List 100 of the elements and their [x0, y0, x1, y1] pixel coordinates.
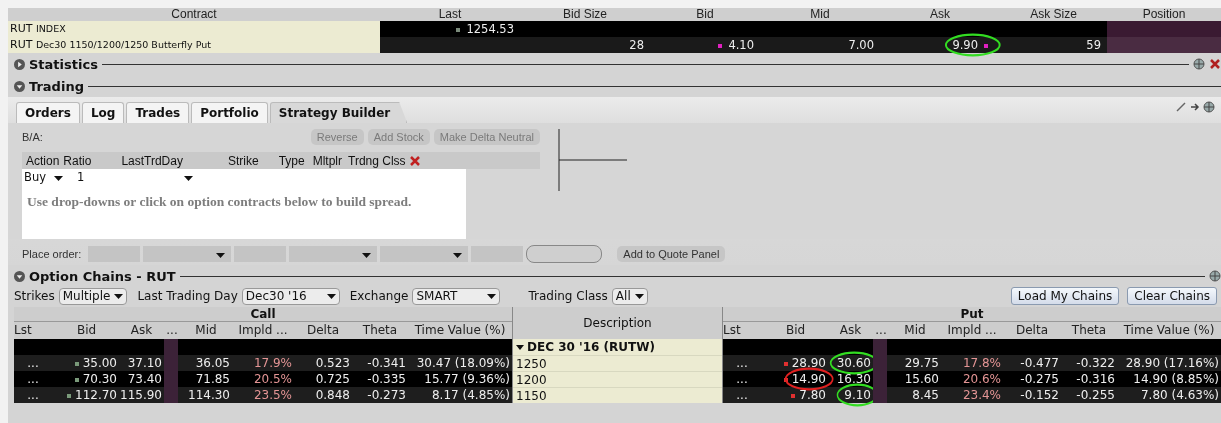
column-header: Mid: [810, 7, 830, 21]
table-value: 8.45: [912, 388, 939, 402]
table-row[interactable]: ... 112.70 115.90 114.30 23.5% 0.848 -0.273 8.17 (4.85%): [14, 387, 512, 403]
column-header: Mid: [904, 323, 926, 337]
section-title: Option Chains - RUT: [29, 268, 176, 284]
table-value: 14.90 (8.85%): [1133, 372, 1219, 386]
tab[interactable]: Strategy Builder: [269, 102, 408, 123]
table-value: 30.47 (18.09%): [416, 356, 510, 370]
quote-value: 59: [1086, 38, 1101, 52]
column-header: Time Value (%): [1123, 323, 1215, 337]
order-field[interactable]: [526, 245, 603, 263]
expiry-group-label[interactable]: DEC 30 '16 (RUTW): [527, 339, 655, 355]
column-header: Bid Size: [563, 7, 607, 21]
column-header: Lst: [14, 323, 32, 337]
column-header: Delta: [307, 323, 339, 337]
column-header: Time Value (%): [414, 323, 506, 337]
contract-cell: RUT Dec30 1150/1200/1250 Butterfly Put: [8, 37, 380, 53]
table-value: -0.477: [1020, 356, 1059, 370]
table-value: 71.85: [195, 372, 230, 386]
tab[interactable]: Portfolio: [191, 102, 268, 123]
filter-dropdown[interactable]: Multiple: [58, 287, 128, 305]
table-value: 16.30: [836, 372, 871, 386]
delete-icon[interactable]: [409, 155, 420, 166]
quote-value: 28: [629, 38, 644, 52]
arrow-icon[interactable]: [1189, 101, 1201, 113]
ratio-value[interactable]: 1: [77, 170, 85, 184]
collapse-toggle-icon[interactable]: [14, 270, 25, 282]
table-value: 7.80: [799, 388, 826, 402]
globe-icon[interactable]: [1193, 58, 1205, 70]
quote-row[interactable]: RUT INDEX 1254.53: [8, 21, 1221, 37]
ellipsis-text[interactable]: ...: [736, 388, 748, 402]
table-value: 114.30: [188, 388, 230, 402]
action-value[interactable]: Buy: [24, 170, 46, 184]
tab[interactable]: Orders: [16, 102, 80, 123]
column-strip: [873, 387, 887, 403]
column-header: Lst: [723, 323, 741, 337]
ellipsis-text[interactable]: ...: [736, 356, 748, 370]
ellipsis-text[interactable]: ...: [27, 372, 39, 386]
strike-cell: 1200: [513, 371, 722, 387]
filter-label: Trading Class: [528, 289, 608, 303]
table-value: -0.322: [1076, 356, 1115, 370]
column-header: Ask: [130, 323, 153, 337]
column-header: Strike: [227, 153, 259, 168]
table-value: 36.05: [195, 356, 230, 370]
add-to-quote-panel-button[interactable]: Add to Quote Panel: [617, 246, 726, 262]
chain-button[interactable]: Clear Chains: [1127, 287, 1217, 305]
chain-button[interactable]: Load My Chains: [1010, 287, 1120, 305]
link-icon[interactable]: [1209, 270, 1221, 282]
column-header: Bid: [696, 7, 714, 21]
column-header: Impld ...: [947, 323, 997, 337]
section-title: Statistics: [29, 56, 98, 72]
dropdown-caret-icon: [216, 253, 226, 258]
table-value: -0.275: [1020, 372, 1059, 386]
table-value: 17.9%: [253, 356, 292, 370]
place-order-label: Place order:: [22, 248, 82, 260]
ellipsis-text[interactable]: ...: [27, 388, 39, 402]
table-value: 23.4%: [962, 388, 1001, 402]
column-header: Theta: [362, 323, 398, 337]
collapse-caret-icon[interactable]: [516, 344, 524, 350]
close-icon[interactable]: [1209, 58, 1221, 70]
filter-dropdown[interactable]: SMART: [412, 287, 501, 305]
tab[interactable]: Trades: [126, 102, 190, 123]
column-header: Ask Size: [1030, 7, 1077, 21]
table-value: -0.255: [1076, 388, 1115, 402]
settings-icon[interactable]: [1203, 101, 1215, 113]
table-value: 0.725: [315, 372, 350, 386]
tab[interactable]: Log: [81, 102, 125, 123]
column-strip: [164, 339, 178, 355]
section-title: Trading: [29, 78, 84, 94]
table-value: -0.316: [1076, 372, 1115, 386]
filter-label: Strikes: [14, 289, 55, 303]
table-value: 35.00: [82, 356, 117, 370]
ba-label: B/A:: [22, 131, 44, 143]
filter-dropdown[interactable]: Dec30 '16: [241, 287, 340, 305]
table-value: -0.335: [367, 372, 406, 386]
ellipsis-text[interactable]: ...: [736, 372, 748, 386]
table-value: 17.8%: [962, 356, 1001, 370]
quote-value: 9.90: [952, 38, 978, 52]
table-row[interactable]: ... 70.30 73.40 71.85 20.5% 0.725 -0.335 15.77 (9.36%): [14, 371, 512, 387]
ellipsis-text[interactable]: ...: [27, 356, 39, 370]
quote-value: 1254.53: [466, 22, 514, 36]
table-value: 28.90: [791, 356, 826, 370]
table-value: -0.273: [367, 388, 406, 402]
pen-icon[interactable]: [1175, 101, 1187, 113]
column-header: Description: [513, 307, 722, 339]
table-value: 37.10: [127, 356, 162, 370]
column-header: ...: [166, 323, 178, 337]
filter-dropdown[interactable]: All: [611, 287, 648, 305]
table-row[interactable]: ... 35.00 37.10 36.05 17.9% 0.523 -0.341 30.47 (18.09%): [14, 355, 512, 371]
column-strip: [164, 387, 178, 403]
dropdown-caret-icon: [362, 253, 372, 258]
column-header: Bid: [785, 323, 806, 337]
collapse-toggle-icon[interactable]: [14, 80, 25, 92]
column-header: Mltplr: [312, 153, 342, 168]
column-header: ...: [875, 323, 887, 337]
column-header: Trdng Clss: [348, 153, 406, 168]
dropdown-caret-icon: [114, 293, 124, 299]
filter-label: Last Trading Day: [137, 289, 238, 303]
expand-toggle-icon[interactable]: [14, 58, 25, 70]
table-value: 15.77 (9.36%): [424, 372, 510, 386]
